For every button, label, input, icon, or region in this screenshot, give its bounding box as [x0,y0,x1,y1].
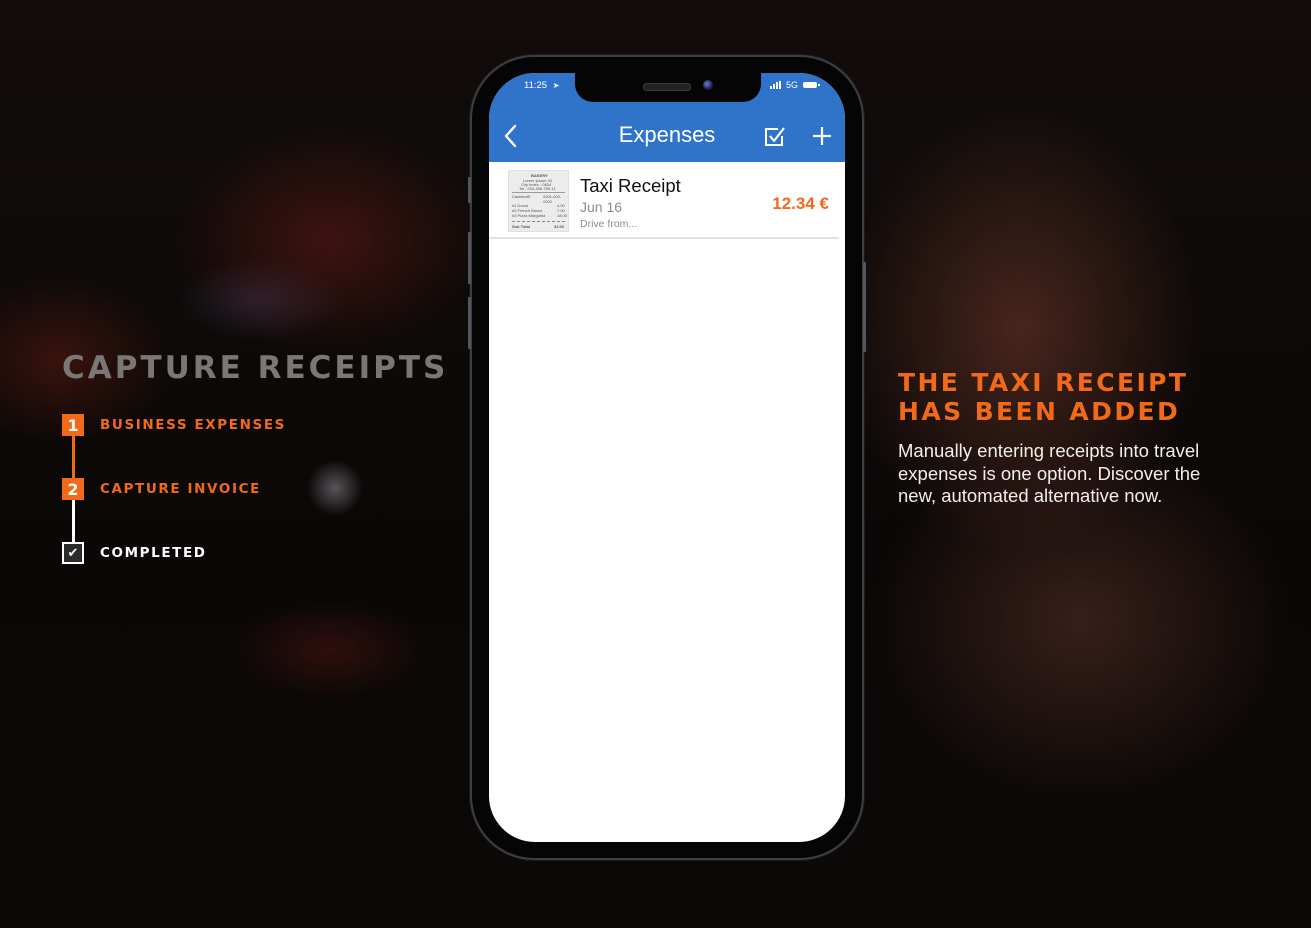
network-type: 5G [785,80,798,90]
receipt-thumbnail: BAKERY Lorem Ipsum 44 City Index - 0834 … [508,170,569,232]
expense-title: Taxi Receipt [580,175,681,196]
nav-bar: 11:25 ➤ 5G Expenses [489,73,845,162]
step-completed: ✔ COMPLETED [62,542,207,564]
expense-date: Jun 16 [580,199,623,215]
plus-icon [813,127,831,145]
status-time: 11:25 ➤ [524,80,560,91]
silent-switch [468,177,471,203]
power-button [863,262,866,352]
speaker-grille [643,83,691,91]
status-indicators: 5G [769,80,820,90]
checkbox-select-icon [765,127,785,146]
section-title: CAPTURE RECEIPTS [62,350,449,386]
step-capture-invoice: 2 CAPTURE INVOICE [62,478,261,500]
step-label: CAPTURE INVOICE [100,481,261,497]
select-button[interactable] [763,126,785,148]
list-divider [489,237,839,239]
checkbox-checked-icon: ✔ [62,542,84,564]
notch [575,73,761,102]
expense-description: Drive from... [580,218,638,230]
step-connector [72,500,75,544]
step-connector [72,436,75,478]
description-text: Manually entering receipts into travel e… [898,440,1201,506]
step-number-badge: 2 [62,478,84,500]
add-expense-button[interactable] [811,125,833,147]
expense-list-item[interactable]: BAKERY Lorem Ipsum 44 City Index - 0834 … [489,162,845,238]
page-title: Expenses [618,122,716,147]
step-number-badge: 1 [62,414,84,436]
confirmation-heading: THE TAXI RECEIPT HAS BEEN ADDED [898,368,1188,426]
front-camera [703,80,713,90]
step-business-expenses: 1 BUSINESS EXPENSES [62,414,286,436]
expense-amount: 12.34 € [772,194,829,213]
volume-down-button [468,297,471,349]
step-label: BUSINESS EXPENSES [100,417,286,433]
step-label: COMPLETED [100,545,207,561]
battery-icon [803,82,820,88]
heading-line: THE TAXI RECEIPT [898,368,1189,397]
phone-mockup: 11:25 ➤ 5G Expenses BAKERY Lorem Ipsum 4… [468,57,866,858]
phone-screen: 11:25 ➤ 5G Expenses BAKERY Lorem Ipsum 4… [489,73,845,842]
signal-bars-icon [769,81,781,89]
volume-up-button [468,232,471,284]
heading-line: HAS BEEN ADDED [898,397,1181,426]
location-arrow-icon: ➤ [552,81,560,90]
